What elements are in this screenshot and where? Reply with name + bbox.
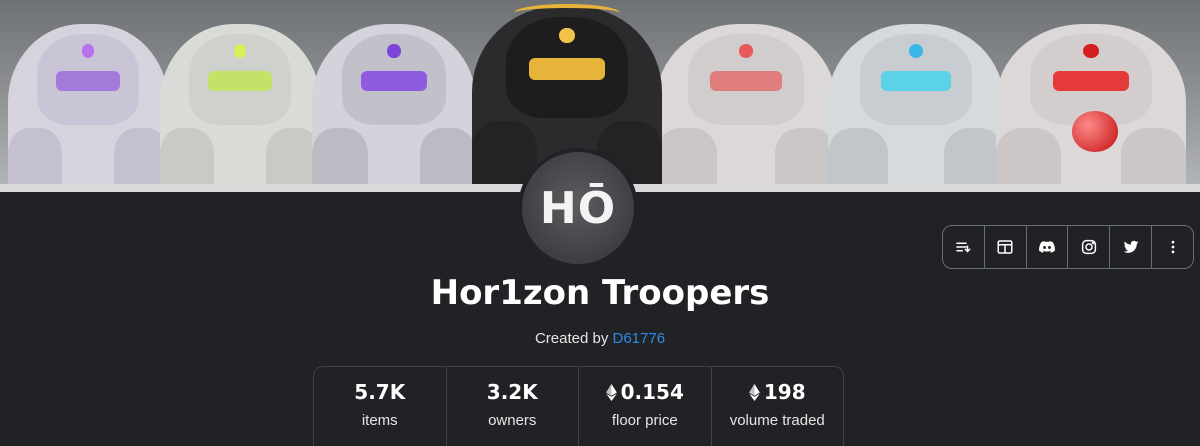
list-icon [956,242,971,253]
trooper-purple-image [8,24,168,192]
more-button[interactable] [1152,226,1193,268]
stat-label: items [361,412,398,429]
collection-avatar[interactable]: HŌ [518,148,638,268]
trooper-red-horned-image [656,24,836,192]
stat-value: 3.2K [486,380,538,404]
twitter-icon [1123,240,1139,253]
stat-owners[interactable]: 3.2K owners [447,367,579,446]
social-links-bar [942,225,1194,269]
created-by-label: Created by [534,330,609,347]
ethereum-icon [605,383,617,401]
stat-value: 0.154 [605,380,684,404]
website-button[interactable] [985,226,1027,268]
twitter-button[interactable] [1110,226,1153,268]
stats-panel: 5.7K items 3.2K owners 0.154 floor price… [313,366,844,446]
instagram-button[interactable] [1068,226,1111,268]
discord-button[interactable] [1027,226,1069,268]
more-icon [1171,240,1174,254]
collection-logo: HŌ [539,182,617,234]
trooper-hooded-image [312,24,476,192]
stat-value: 198 [749,380,806,404]
creator-line: Created by D61776 [0,330,1200,347]
collection-title: Hor1zon Troopers [430,273,770,313]
stat-floor-price[interactable]: 0.154 floor price [579,367,712,446]
stat-label: volume traded [729,412,825,429]
website-icon [997,240,1013,254]
instagram-icon [1081,239,1097,255]
stat-value: 5.7K [354,380,406,404]
ethereum-icon [749,383,760,401]
trooper-red-orb-image [996,24,1186,192]
discord-icon [1039,241,1056,253]
trooper-green-image [160,24,320,192]
stat-items[interactable]: 5.7K items [314,367,447,446]
stat-volume-traded[interactable]: 198 volume traded [712,367,844,446]
stat-label: owners [488,412,537,429]
trooper-cyan-image [828,24,1004,192]
activity-button[interactable] [943,226,985,268]
stat-label: floor price [611,412,678,429]
creator-link[interactable]: D61776 [613,330,666,347]
